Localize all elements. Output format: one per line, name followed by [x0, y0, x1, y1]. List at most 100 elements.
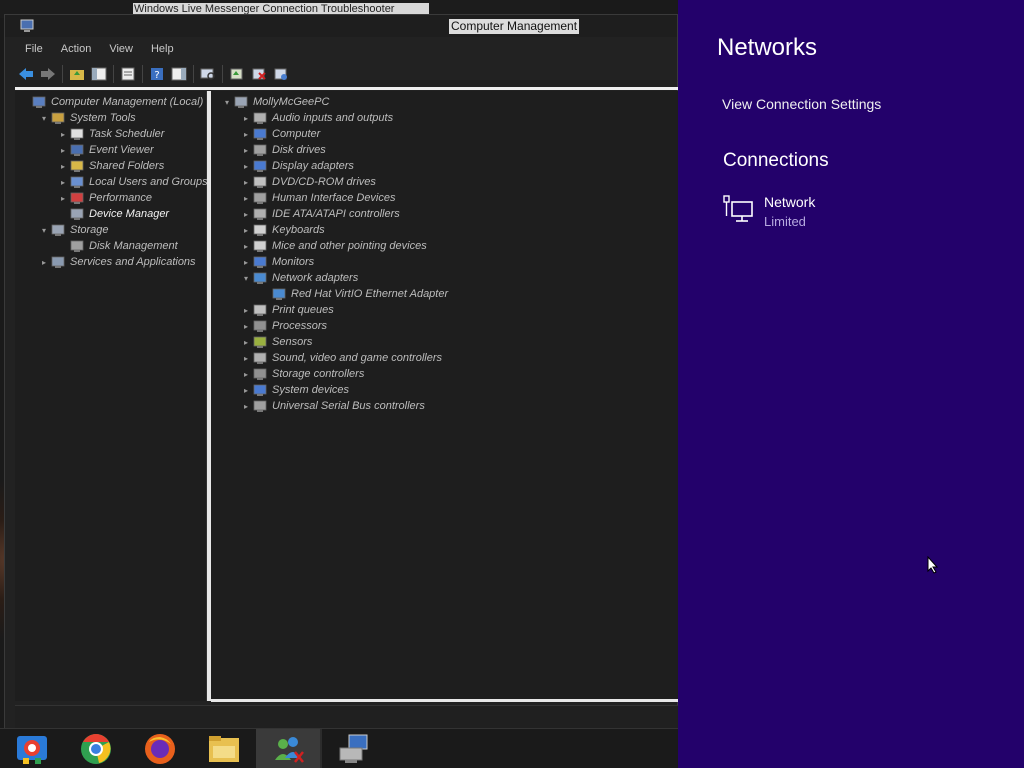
taskbar-file-explorer[interactable]	[192, 729, 256, 768]
tree-item[interactable]: ▸ IDE ATA/ATAPI controllers	[240, 206, 400, 222]
tree-item-label: Processors	[272, 320, 328, 332]
menu-action[interactable]: Action	[51, 41, 100, 59]
taskbar-computer-management[interactable]	[322, 729, 386, 768]
tree-item[interactable]: ▸ Processors	[240, 318, 327, 334]
tree-item[interactable]: ▸ Shared Folders	[57, 158, 164, 174]
monitor-icon	[253, 384, 267, 396]
tree-item[interactable]: ▸ Keyboards	[240, 222, 325, 238]
collapse-arrow-icon[interactable]: ▾	[221, 98, 233, 107]
expand-arrow-icon[interactable]: ▸	[240, 146, 252, 155]
sensor-icon	[253, 336, 267, 348]
network-connection-item[interactable]: Network Limited	[722, 194, 1002, 238]
tree-item-label: Task Scheduler	[89, 128, 165, 140]
expand-arrow-icon[interactable]: ▸	[57, 162, 69, 171]
expand-arrow-icon[interactable]: ▸	[240, 130, 252, 139]
tree-item[interactable]: ▸ Services and Applications	[38, 254, 196, 270]
expand-arrow-icon[interactable]: ▸	[57, 130, 69, 139]
back-button[interactable]	[15, 64, 37, 84]
forward-button[interactable]	[37, 64, 59, 84]
taskbar-chrome[interactable]	[64, 729, 128, 768]
tree-item[interactable]: ▸ Mice and other pointing devices	[240, 238, 427, 254]
window-titlebar[interactable]: Computer Management	[5, 15, 677, 37]
tree-item[interactable]: ▾ Network adapters	[240, 270, 358, 286]
expand-arrow-icon[interactable]: ▸	[240, 306, 252, 315]
taskbar-firefox[interactable]	[128, 729, 192, 768]
expand-arrow-icon[interactable]: ▸	[240, 194, 252, 203]
tree-item[interactable]: ▸ Human Interface Devices	[240, 190, 396, 206]
tree-item-label: Storage	[70, 224, 109, 236]
help-icon: ?	[151, 68, 163, 81]
expand-arrow-icon[interactable]: ▸	[240, 338, 252, 347]
enable-device-button[interactable]	[270, 64, 292, 84]
tree-item[interactable]: ▸ System devices	[240, 382, 349, 398]
tree-item-label: Disk drives	[272, 144, 326, 156]
menu-help[interactable]: Help	[141, 41, 182, 59]
expand-arrow-icon[interactable]: ▸	[57, 178, 69, 187]
tree-item[interactable]: ▸ Display adapters	[240, 158, 354, 174]
menu-file[interactable]: File	[15, 41, 51, 59]
expand-arrow-icon[interactable]: ▸	[240, 354, 252, 363]
tree-item[interactable]: ▸ Sensors	[240, 334, 312, 350]
tree-item[interactable]: ▸ Task Scheduler	[57, 126, 164, 142]
tree-item[interactable]: ▾ MollyMcGeePC	[221, 94, 329, 110]
tree-item[interactable]: ▸ Local Users and Groups	[57, 174, 208, 190]
tree-item-label: IDE ATA/ATAPI controllers	[272, 208, 400, 220]
scan-hardware-icon	[200, 68, 215, 80]
collapse-arrow-icon[interactable]: ▾	[240, 274, 252, 283]
tree-item[interactable]: ▾ System Tools	[38, 110, 136, 126]
tree-item[interactable]: ▸ DVD/CD-ROM drives	[240, 174, 376, 190]
up-folder-button[interactable]	[66, 64, 88, 84]
collapse-arrow-icon[interactable]: ▾	[38, 226, 50, 235]
tree-item[interactable]: ▸ Event Viewer	[57, 142, 154, 158]
tree-item-label: Human Interface Devices	[272, 192, 396, 204]
show-action-pane-button[interactable]	[168, 64, 190, 84]
collapse-arrow-icon[interactable]: ▾	[38, 114, 50, 123]
show-hide-tree-button[interactable]	[88, 64, 110, 84]
tree-item[interactable]: ▸ Audio inputs and outputs	[240, 110, 393, 126]
uninstall-device-button[interactable]	[248, 64, 270, 84]
update-driver-button[interactable]	[226, 64, 248, 84]
mouse-cursor-icon	[927, 556, 939, 574]
tree-item[interactable]: Computer Management (Local)	[19, 94, 203, 110]
toolbar-separator	[62, 65, 63, 83]
menu-view[interactable]: View	[99, 41, 141, 59]
toolbar-separator	[222, 65, 223, 83]
tree-item[interactable]: ▸ Computer	[240, 126, 320, 142]
tree-item[interactable]: ▾ Storage	[38, 222, 109, 238]
tree-item[interactable]: Red Hat VirtIO Ethernet Adapter	[259, 286, 448, 302]
expand-arrow-icon[interactable]: ▸	[240, 114, 252, 123]
properties-button[interactable]	[117, 64, 139, 84]
expand-arrow-icon[interactable]: ▸	[240, 178, 252, 187]
tree-item[interactable]: ▸ Storage controllers	[240, 366, 364, 382]
tree-item[interactable]: ▸ Print queues	[240, 302, 334, 318]
tree-item[interactable]: ▸ Performance	[57, 190, 152, 206]
taskbar-chrome-remote-desktop[interactable]	[0, 729, 64, 768]
expand-arrow-icon[interactable]: ▸	[240, 322, 252, 331]
expand-arrow-icon[interactable]: ▸	[57, 194, 69, 203]
tree-item[interactable]: ▸ Universal Serial Bus controllers	[240, 398, 425, 414]
expand-arrow-icon[interactable]: ▸	[240, 162, 252, 171]
speaker-icon	[253, 352, 267, 364]
monitor-icon	[253, 128, 267, 140]
toolbar-separator	[193, 65, 194, 83]
tree-item[interactable]: Device Manager	[57, 206, 169, 222]
expand-arrow-icon[interactable]: ▸	[240, 226, 252, 235]
expand-arrow-icon[interactable]: ▸	[57, 146, 69, 155]
taskbar-messenger[interactable]	[256, 728, 320, 768]
help-button[interactable]: ?	[146, 64, 168, 84]
expand-arrow-icon[interactable]: ▸	[240, 258, 252, 267]
tree-item[interactable]: ▸ Monitors	[240, 254, 314, 270]
expand-arrow-icon[interactable]: ▸	[38, 258, 50, 267]
tree-item[interactable]: Disk Management	[57, 238, 178, 254]
view-connection-settings-link[interactable]: View Connection Settings	[722, 96, 881, 112]
monitor-icon	[253, 256, 267, 268]
expand-arrow-icon[interactable]: ▸	[240, 210, 252, 219]
tree-item[interactable]: ▸ Disk drives	[240, 142, 326, 158]
expand-arrow-icon[interactable]: ▸	[240, 370, 252, 379]
expand-arrow-icon[interactable]: ▸	[240, 402, 252, 411]
tree-item[interactable]: ▸ Sound, video and game controllers	[240, 350, 442, 366]
scan-hardware-button[interactable]	[197, 64, 219, 84]
expand-arrow-icon[interactable]: ▸	[240, 386, 252, 395]
enable-device-icon	[274, 68, 287, 80]
expand-arrow-icon[interactable]: ▸	[240, 242, 252, 251]
